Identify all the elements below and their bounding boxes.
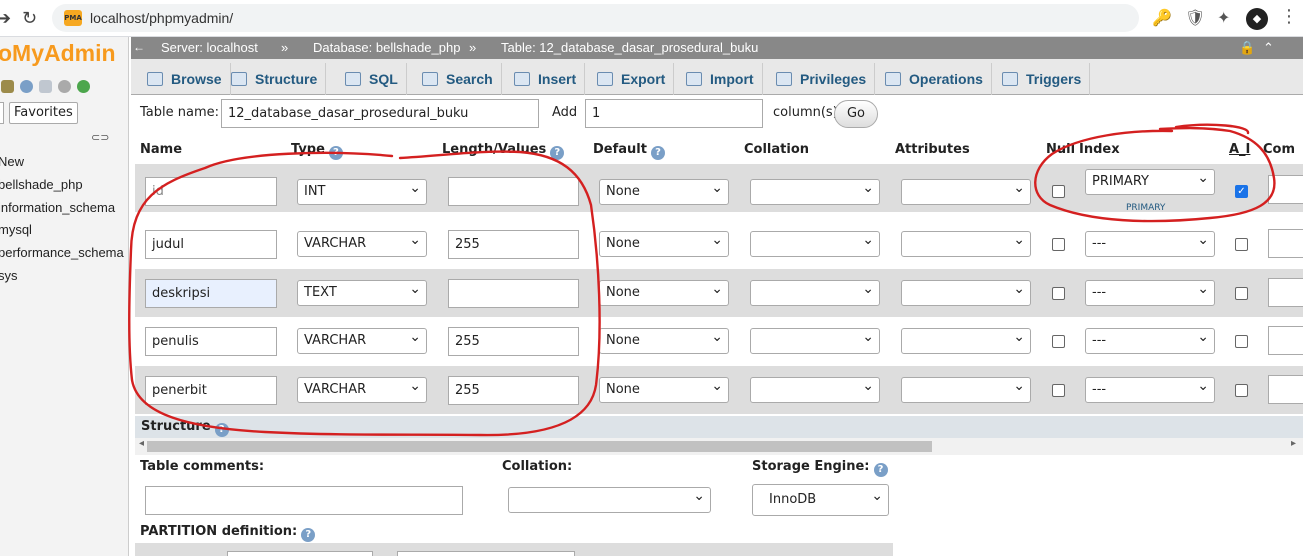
annotation-circle-index bbox=[1034, 123, 1276, 223]
annotation-layer bbox=[128, 123, 1276, 437]
annotation-circle-columns bbox=[128, 150, 601, 437]
